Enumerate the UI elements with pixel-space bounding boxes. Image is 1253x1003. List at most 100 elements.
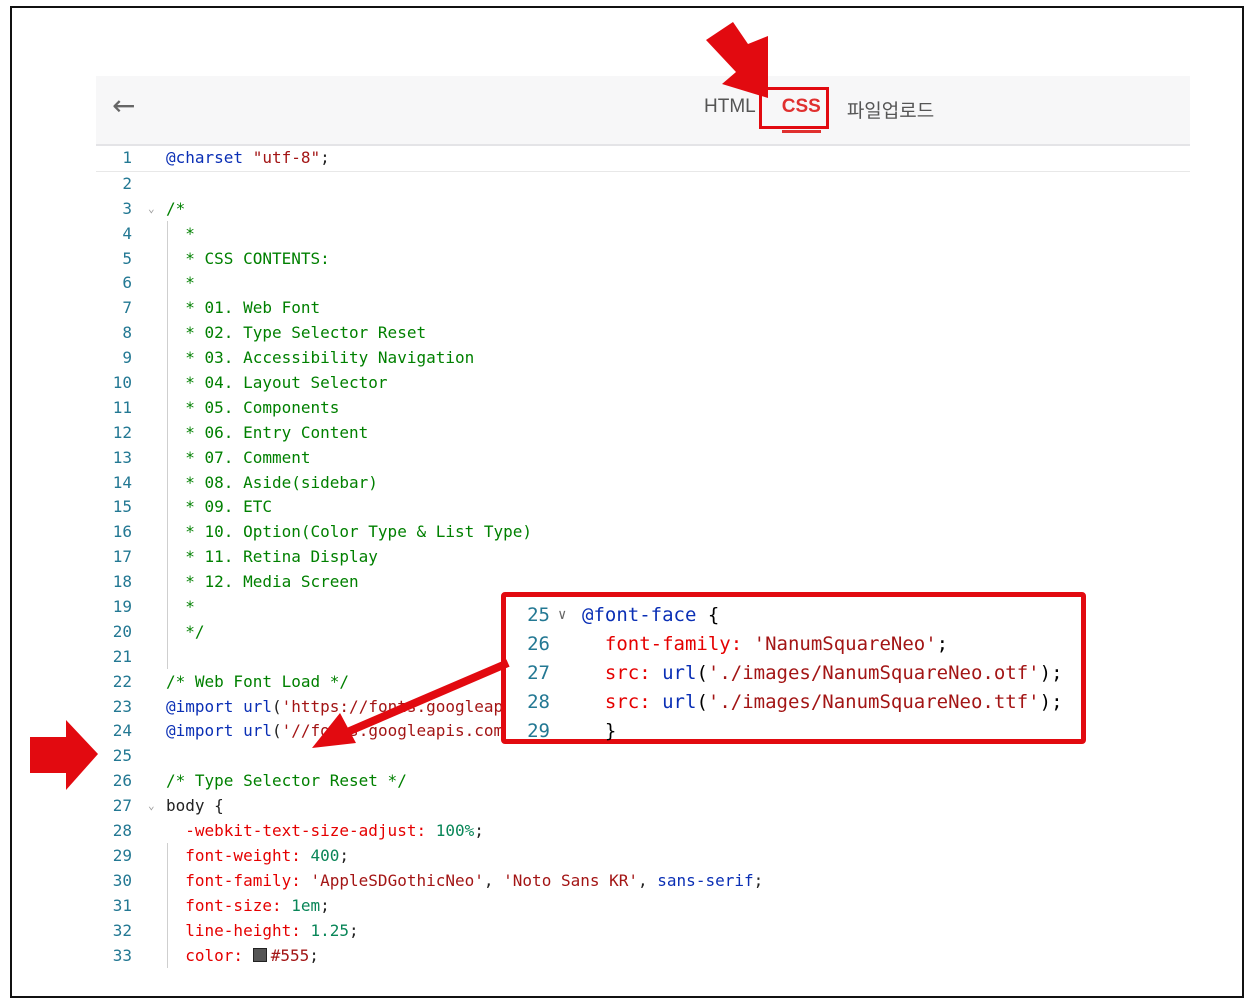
indent-guide <box>167 220 168 669</box>
line-number: 30 <box>112 870 132 890</box>
code-text: * <box>166 222 195 247</box>
code-text: * 08. Aside(sidebar) <box>166 471 378 496</box>
code-token: * 06. Entry Content <box>166 422 369 442</box>
color-swatch-icon <box>252 947 267 962</box>
code-token: , <box>483 870 504 890</box>
code-token: sans-serif <box>657 870 754 890</box>
callout-code-text: } <box>582 717 616 746</box>
line-number: 7 <box>122 298 132 318</box>
code-line: 29 font-weight: 400; <box>96 844 1190 869</box>
code-token: 'AppleSDGothicNeo' <box>310 870 484 890</box>
font-face-callout: 25 ∨ @font-face {26 font-family: 'NanumSqu… <box>501 592 1086 744</box>
code-token: * CSS CONTENTS: <box>166 248 330 268</box>
code-line: 15 * 09. ETC <box>96 495 1190 520</box>
line-number: 9 <box>122 348 132 368</box>
callout-code-text: src: url('./images/NanumSquareNeo.ttf'); <box>582 688 1063 717</box>
code-token: url <box>662 662 697 684</box>
callout-code-text: src: url('./images/NanumSquareNeo.otf'); <box>582 659 1063 688</box>
code-token: /* <box>166 198 186 218</box>
code-text: * 10. Option(Color Type & List Type) <box>166 520 532 545</box>
code-editor[interactable]: 1 @charset "utf-8"; 2 3 ⌄/* 4 * 5 * CSS CONTEN… <box>96 146 1190 968</box>
code-token: @import <box>166 721 234 741</box>
code-token: src: <box>604 691 651 713</box>
code-token: * 12. Media Screen <box>166 572 359 592</box>
editor-toolbar: ← HTML CSS 파일업로드 <box>96 76 1190 146</box>
code-text: -webkit-text-size-adjust: 100%; <box>166 819 484 844</box>
code-token: font-family: <box>185 870 301 890</box>
code-token: 400 <box>310 845 340 865</box>
callout-code-line: 27 src: url('./images/NanumSquareNeo.otf… <box>506 659 1081 688</box>
code-text: /* Web Font Load */ <box>166 670 349 695</box>
code-text: /* Type Selector Reset */ <box>166 769 407 794</box>
code-line: 28 -webkit-text-size-adjust: 100%; <box>96 819 1190 844</box>
code-token: url <box>662 691 697 713</box>
line-number: 21 <box>112 646 132 666</box>
line-number: 5 <box>122 248 132 268</box>
code-token: * 02. Type Selector Reset <box>166 323 427 343</box>
line-number: 11 <box>112 397 132 417</box>
code-token: ( <box>271 696 282 716</box>
code-token: ); <box>1039 662 1063 684</box>
code-line: 4 * <box>96 222 1190 247</box>
code-line: 26 /* Type Selector Reset */ <box>96 769 1190 794</box>
line-number: 19 <box>112 597 132 617</box>
code-token: "utf-8" <box>252 148 321 167</box>
code-token: * 04. Layout Selector <box>166 373 388 393</box>
code-token: ; <box>339 845 350 865</box>
code-text: * 01. Web Font <box>166 296 320 321</box>
chevron-down-icon[interactable]: ⌄ <box>148 197 155 222</box>
code-token: /* Type Selector Reset */ <box>166 771 407 791</box>
line-number: 28 <box>112 821 132 841</box>
tab-file-upload[interactable]: 파일업로드 <box>845 96 936 123</box>
code-line: 9 * 03. Accessibility Navigation <box>96 346 1190 371</box>
line-number: 16 <box>112 522 132 542</box>
code-token: url <box>243 721 272 741</box>
code-token: * 08. Aside(sidebar) <box>166 472 378 492</box>
code-line: 3 ⌄ /* <box>96 197 1190 222</box>
code-token: { <box>696 604 720 626</box>
code-token: /* Web Font Load */ <box>166 671 350 691</box>
arrow-left-icon[interactable]: ← <box>112 92 142 122</box>
chevron-down-icon: ∨ <box>558 607 567 623</box>
line-number: 27 <box>527 662 550 684</box>
code-token: font-size: <box>185 895 282 915</box>
code-text: * CSS CONTENTS: <box>166 247 330 272</box>
code-line: 6 * <box>96 271 1190 296</box>
code-text: * 02. Type Selector Reset <box>166 321 426 346</box>
tab-html[interactable]: HTML <box>702 96 758 123</box>
code-token: ; <box>320 148 330 167</box>
code-token: color: <box>185 945 244 965</box>
code-token: } <box>582 720 617 742</box>
code-token: url <box>243 696 272 716</box>
code-text: * 12. Media Screen <box>166 570 359 595</box>
code-text: line-height: 1.25; <box>166 919 358 944</box>
line-number: 28 <box>527 691 550 713</box>
code-line: 8 * 02. Type Selector Reset <box>96 321 1190 346</box>
code-token: */ <box>166 621 205 641</box>
code-text: * 07. Comment <box>166 446 310 471</box>
css-tab-highlight-box <box>759 87 829 129</box>
chevron-down-icon[interactable]: ⌄ <box>148 794 155 819</box>
code-token: #555 <box>270 945 310 965</box>
line-number: 1 <box>122 148 132 167</box>
code-line: 33 color: #555; <box>96 944 1190 969</box>
indent-guide <box>167 843 168 968</box>
code-token: 1em <box>291 895 321 915</box>
line-number: 26 <box>112 771 132 791</box>
callout-code-text: @font-face { <box>582 601 719 630</box>
line-number: 20 <box>112 621 132 641</box>
code-text: /* <box>166 197 185 222</box>
line-number: 29 <box>112 845 132 865</box>
code-token: ; <box>936 633 949 655</box>
line-number: 6 <box>122 273 132 293</box>
line-number: 4 <box>122 223 132 243</box>
code-token: 1.25 <box>310 920 350 940</box>
callout-code-line: 29 } <box>506 717 1081 746</box>
